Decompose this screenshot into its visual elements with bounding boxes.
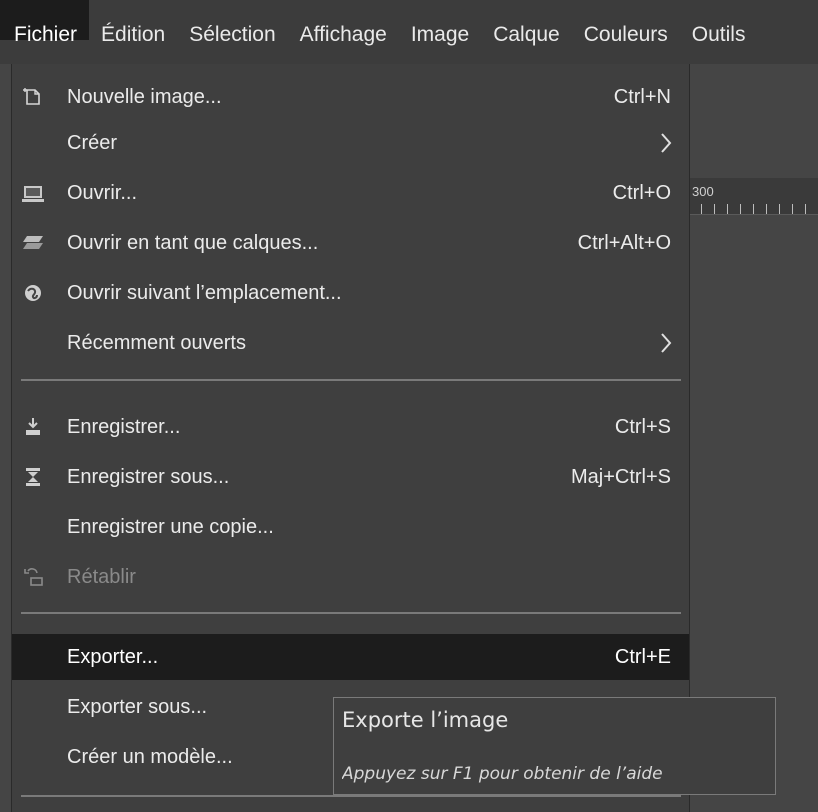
open-location-icon — [20, 280, 46, 306]
menubar: Fichier Édition Sélection Affichage Imag… — [0, 0, 818, 64]
menu-item-label: Enregistrer une copie... — [67, 515, 274, 538]
menu-item-shortcut: Ctrl+O — [612, 181, 671, 204]
menu-item-creer[interactable]: Créer — [12, 120, 689, 166]
menu-item-label: Ouvrir suivant l’emplacement... — [67, 281, 342, 304]
menu-item-shortcut: Ctrl+Alt+O — [577, 231, 671, 254]
menu-item-shortcut: Ctrl+E — [614, 645, 671, 668]
open-icon — [20, 180, 46, 206]
menu-edition[interactable]: Édition — [89, 0, 177, 45]
save-as-icon — [20, 464, 46, 490]
export-tooltip: Exporte l’image Appuyez sur F1 pour obte… — [333, 697, 776, 795]
tooltip-title: Exporte l’image — [342, 708, 509, 732]
menu-fichier[interactable]: Fichier — [0, 0, 90, 45]
menu-selection[interactable]: Sélection — [177, 0, 287, 45]
menu-item-label: Ouvrir... — [67, 181, 138, 204]
menu-item-shortcut: Ctrl+N — [613, 85, 671, 108]
ruler-label: 300 — [692, 184, 714, 199]
open-as-layers-icon — [20, 230, 46, 256]
menu-item-nouvelle-image[interactable]: Nouvelle image... Ctrl+N — [12, 74, 689, 120]
menu-separator — [21, 612, 681, 614]
menu-item-label: Exporter... — [67, 645, 159, 668]
menu-separator — [21, 795, 681, 797]
menu-item-exporter[interactable]: Exporter... Ctrl+E — [12, 634, 689, 680]
menu-item-enregistrer[interactable]: Enregistrer... Ctrl+S — [12, 404, 689, 450]
menu-calque[interactable]: Calque — [481, 0, 572, 45]
menu-item-ouvrir-calques[interactable]: Ouvrir en tant que calques... Ctrl+Alt+O — [12, 220, 689, 266]
menu-item-label: Enregistrer sous... — [67, 465, 230, 488]
menu-item-shortcut: Ctrl+S — [614, 415, 671, 438]
menu-item-label: Créer un modèle... — [67, 745, 233, 768]
menu-item-enregistrer-copie[interactable]: Enregistrer une copie... — [12, 504, 689, 550]
menu-item-label: Enregistrer... — [67, 415, 181, 438]
menu-outils[interactable]: Outils — [680, 0, 758, 45]
menu-item-shortcut: Maj+Ctrl+S — [570, 465, 671, 488]
save-icon — [20, 414, 46, 440]
menu-couleurs[interactable]: Couleurs — [572, 0, 680, 45]
menu-item-label: Exporter sous... — [67, 695, 208, 718]
menu-item-ouvrir[interactable]: Ouvrir... Ctrl+O — [12, 170, 689, 216]
menu-item-label: Rétablir — [67, 565, 136, 588]
menu-item-label: Récemment ouverts — [67, 331, 246, 354]
revert-icon — [20, 564, 46, 590]
menu-affichage[interactable]: Affichage — [288, 0, 399, 45]
new-image-icon — [20, 84, 46, 110]
menu-separator — [21, 379, 681, 381]
submenu-arrow-icon — [661, 133, 672, 153]
ruler-ticks — [688, 204, 818, 214]
menu-item-ouvrir-emplacement[interactable]: Ouvrir suivant l’emplacement... — [12, 270, 689, 316]
menu-item-label: Nouvelle image... — [67, 85, 222, 108]
horizontal-ruler[interactable]: 300 — [680, 178, 818, 215]
submenu-arrow-icon — [661, 333, 672, 353]
menu-item-label: Ouvrir en tant que calques... — [67, 231, 319, 254]
menu-item-label: Créer — [67, 131, 118, 154]
menu-image[interactable]: Image — [399, 0, 481, 45]
tooltip-help-text: Appuyez sur F1 pour obtenir de l’aide — [342, 764, 663, 784]
menu-item-recemment-ouverts[interactable]: Récemment ouverts — [12, 320, 689, 366]
menu-item-retablir: Rétablir — [12, 554, 689, 600]
menu-item-enregistrer-sous[interactable]: Enregistrer sous... Maj+Ctrl+S — [12, 454, 689, 500]
